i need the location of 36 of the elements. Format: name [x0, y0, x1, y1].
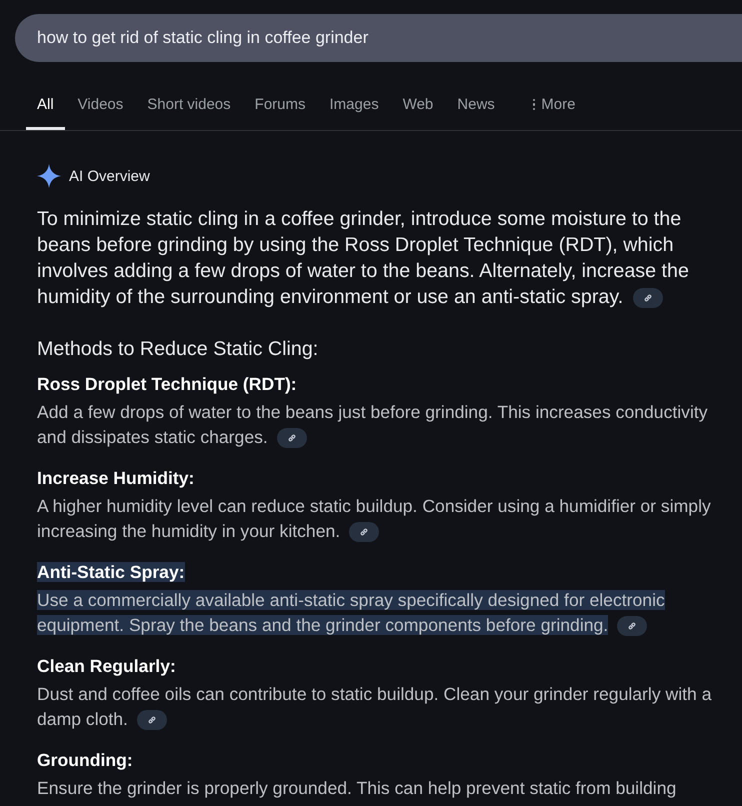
search-tab[interactable]: Short videos — [136, 91, 242, 130]
more-icon — [532, 98, 536, 110]
summary-paragraph: To minimize static cling in a coffee grinder, introduce some moisture to the beans before grinding by using the Ross Droplet Technique (RDT), which involves adding a few drops of water to the beans. Alternately, increase the humidity of the surrounding environment or use an anti-static spray. — [37, 207, 690, 310]
source-link-button[interactable] — [136, 710, 167, 730]
link-icon — [286, 432, 297, 443]
method-description: Ensure the grinder is properly grounded. This can help prevent static from building — [37, 777, 678, 800]
search-tab[interactable]: News — [446, 91, 506, 130]
search-tab[interactable]: Forums — [244, 91, 316, 130]
method-description: Use a commercially available anti-static spray specifically designed for electronic equipment. Spray the beans and the grinder components before grinding. — [37, 589, 666, 637]
method-title: Anti-Static Spray: — [37, 562, 185, 582]
method-description: A higher humidity level can reduce static buildup. Consider using a humidifier or simply increasing the humidity in your kitchen. — [37, 495, 712, 543]
more-label: More — [541, 96, 576, 113]
search-tab[interactable]: Web — [392, 91, 444, 130]
search-query: how to get rid of static cling in coffee grinder — [37, 28, 368, 48]
link-icon — [359, 526, 370, 537]
source-link-button[interactable] — [632, 288, 663, 308]
section-heading: Methods to Reduce Static Cling: — [37, 338, 320, 361]
method-title: Clean Regularly: — [37, 656, 176, 676]
search-field[interactable]: how to get rid of static cling in coffee grinder — [15, 14, 742, 62]
method-title: Grounding: — [37, 750, 133, 770]
link-icon — [627, 620, 638, 631]
sparkle-icon — [37, 164, 61, 188]
source-link-button[interactable] — [349, 522, 380, 542]
source-link-button[interactable] — [276, 428, 307, 448]
method-title: Increase Humidity: — [37, 468, 194, 488]
more-menu[interactable]: More — [522, 91, 586, 130]
method-title: Ross Droplet Technique (RDT): — [37, 374, 297, 394]
section-label: AI Overview — [69, 168, 150, 184]
link-icon — [146, 714, 157, 725]
method-description: Add a few drops of water to the beans just before grinding. This increases conductivity and dissipates static charges. — [37, 401, 709, 449]
method-description: Dust and coffee oils can contribute to static buildup. Clean your grinder regularly with a damp cloth. — [37, 683, 712, 731]
link-icon — [642, 292, 653, 303]
search-tab[interactable]: Videos — [66, 91, 134, 130]
search-tab[interactable]: All — [26, 91, 65, 130]
search-tab[interactable]: Images — [318, 91, 390, 130]
source-link-button[interactable] — [617, 616, 648, 636]
